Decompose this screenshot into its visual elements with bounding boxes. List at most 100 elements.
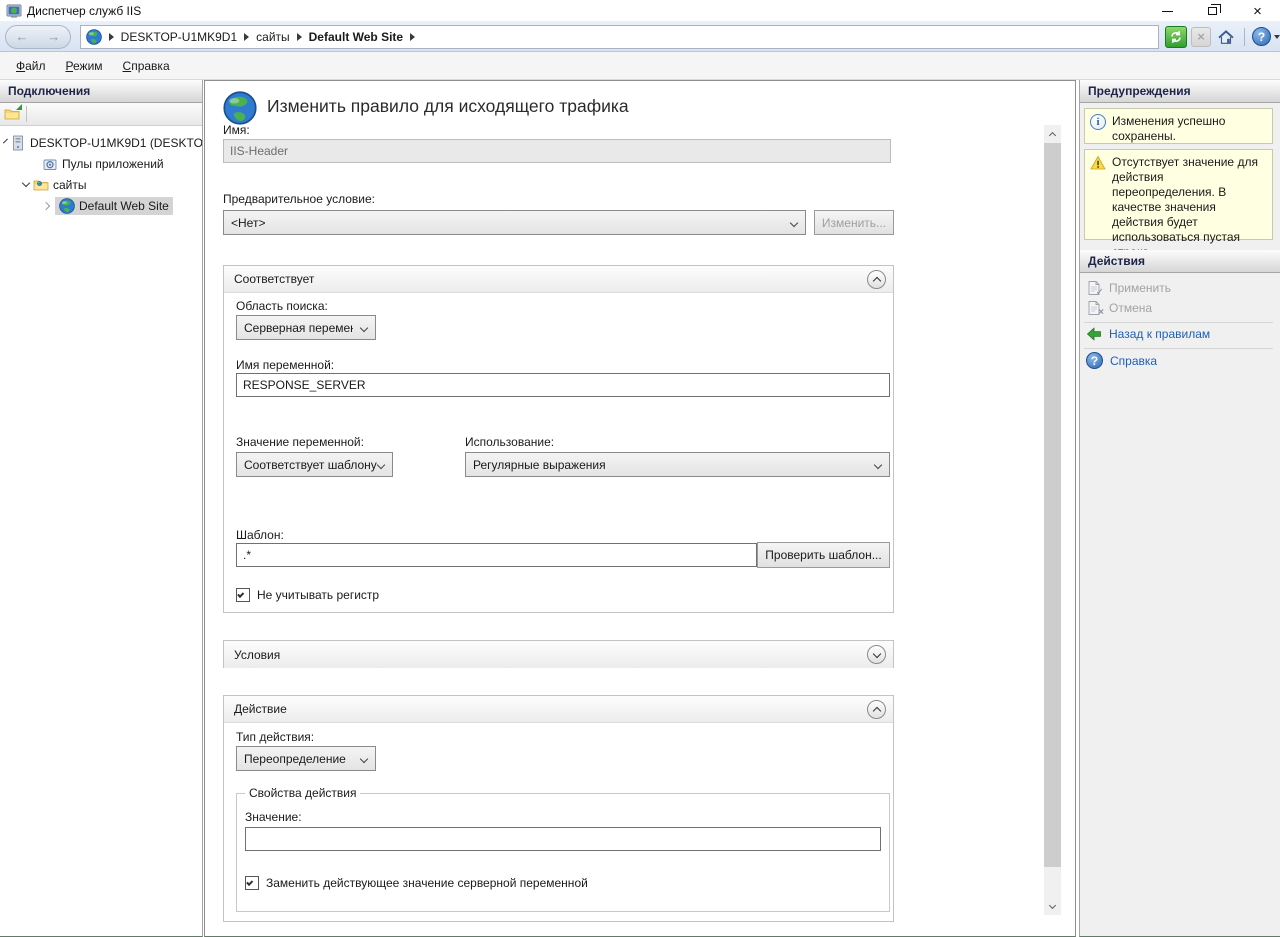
back-arrow-icon <box>1086 326 1102 342</box>
chevron-down-icon <box>790 219 798 227</box>
action-type-select[interactable]: Переопределение <box>236 746 376 771</box>
breadcrumb-sites[interactable]: сайты <box>256 30 290 44</box>
breadcrumb[interactable]: DESKTOP-U1MK9D1 сайты Default Web Site <box>80 25 1159 49</box>
action-type-label: Тип действия: <box>236 730 314 744</box>
match-section-header[interactable]: Соответствует <box>224 266 893 293</box>
pattern-label: Шаблон: <box>236 528 284 542</box>
alerts-header: Предупреждения <box>1080 80 1280 103</box>
pattern-field[interactable] <box>236 543 757 567</box>
menu-view[interactable]: Режим <box>56 55 113 77</box>
menu-help[interactable]: Справка <box>113 55 180 77</box>
minimize-button[interactable] <box>1145 0 1190 22</box>
ignore-case-checkbox-row[interactable]: Не учитывать регистр <box>236 588 379 602</box>
tree-item-label: сайты <box>53 178 87 192</box>
scroll-up-button[interactable] <box>1044 125 1061 142</box>
chevron-down-icon <box>1274 35 1280 39</box>
warning-alert-text: Отсутствует значение для действия переоп… <box>1112 155 1268 234</box>
conditions-section-header[interactable]: Условия <box>224 641 893 668</box>
scope-value: Серверная переменная <box>244 321 353 335</box>
collapse-button[interactable] <box>867 270 886 289</box>
breadcrumb-separator-icon <box>410 33 415 41</box>
tree-item-default-web-site[interactable]: Default Web Site <box>0 195 202 216</box>
scope-select[interactable]: Серверная переменная <box>236 315 376 340</box>
apply-label: Применить <box>1109 281 1171 295</box>
precondition-label: Предварительное условие: <box>223 192 375 206</box>
help-link[interactable]: Справка <box>1086 352 1157 369</box>
conditions-section: Условия <box>223 640 894 668</box>
site-globe-icon <box>59 198 75 214</box>
tree-item-label: Пулы приложений <box>62 157 164 171</box>
globe-icon <box>86 29 102 45</box>
help-icon <box>1252 27 1271 46</box>
info-alert: Изменения успешно сохранены. <box>1084 108 1273 144</box>
usage-value: Регулярные выражения <box>473 458 606 472</box>
vertical-scrollbar[interactable] <box>1044 125 1061 915</box>
tree-item-server[interactable]: DESKTOP-U1MK9D1 (DESKTOP <box>0 132 202 153</box>
action-section: Действие Тип действия: Переопределение С… <box>223 695 894 922</box>
help-icon <box>1086 352 1103 369</box>
close-button[interactable]: × <box>1235 0 1280 22</box>
expand-button[interactable] <box>867 645 886 664</box>
menu-file[interactable]: Файл <box>6 55 56 77</box>
ignore-case-label: Не учитывать регистр <box>257 588 379 602</box>
back-to-rules-link[interactable]: Назад к правилам <box>1086 326 1210 342</box>
precondition-value: <Нет> <box>231 216 265 230</box>
usage-select[interactable]: Регулярные выражения <box>465 452 890 477</box>
apply-icon: ✓ <box>1086 280 1102 296</box>
help-label: Справка <box>1110 354 1157 368</box>
conditions-section-title: Условия <box>234 648 280 662</box>
precondition-select[interactable]: <Нет> <box>223 210 806 235</box>
connections-toolbar <box>0 103 202 126</box>
ignore-case-checkbox[interactable] <box>236 588 250 602</box>
variable-value-select[interactable]: Соответствует шаблону <box>236 452 393 477</box>
scrollbar-thumb[interactable] <box>1044 143 1061 867</box>
cancel-action: × Отмена <box>1086 300 1152 316</box>
breadcrumb-separator-icon <box>297 33 302 41</box>
home-button[interactable] <box>1215 26 1237 48</box>
restore-button[interactable] <box>1190 0 1235 22</box>
tree-item-label: DESKTOP-U1MK9D1 (DESKTOP <box>30 136 202 150</box>
breadcrumb-separator-icon <box>109 33 114 41</box>
breadcrumb-current-site[interactable]: Default Web Site <box>309 30 403 44</box>
tree-item-app-pools[interactable]: Пулы приложений <box>0 153 202 174</box>
expander-icon[interactable] <box>3 139 8 144</box>
expander-icon[interactable] <box>22 179 30 187</box>
actions-header: Действия <box>1080 250 1280 273</box>
forward-button[interactable]: → <box>47 30 60 43</box>
save-connection-icon[interactable] <box>4 106 20 122</box>
chevron-down-icon <box>874 461 882 469</box>
scope-label: Область поиска: <box>236 299 328 313</box>
breadcrumb-server[interactable]: DESKTOP-U1MK9D1 <box>121 30 237 44</box>
home-icon <box>1217 28 1235 46</box>
cancel-label: Отмена <box>1109 301 1152 315</box>
expander-icon[interactable] <box>42 201 50 209</box>
address-bar: ← → DESKTOP-U1MK9D1 сайты Default Web Si… <box>0 22 1280 52</box>
variable-value-value: Соответствует шаблону <box>244 458 377 472</box>
variable-name-field[interactable] <box>236 373 890 397</box>
back-button[interactable]: ← <box>15 30 28 43</box>
replace-checkbox-label: Заменить действующее значение серверной … <box>266 876 588 890</box>
chevron-down-icon <box>872 649 880 657</box>
chevron-down-icon <box>360 324 368 332</box>
stop-button: × <box>1191 27 1211 47</box>
app-icon <box>6 3 22 19</box>
window-title: Диспетчер служб IIS <box>27 4 141 18</box>
test-pattern-button[interactable]: Проверить шаблон... <box>757 542 890 568</box>
help-menu-button[interactable] <box>1252 27 1280 46</box>
chevron-down-icon <box>1049 902 1056 909</box>
replace-checkbox-row[interactable]: Заменить действующее значение серверной … <box>245 876 588 890</box>
action-properties-legend: Свойства действия <box>245 786 360 800</box>
refresh-button[interactable] <box>1165 26 1187 48</box>
tree-item-sites[interactable]: сайты <box>0 174 202 195</box>
chevron-up-icon <box>1049 131 1056 138</box>
collapse-button[interactable] <box>867 700 886 719</box>
chevron-up-icon <box>872 707 880 715</box>
selected-tree-item: Default Web Site <box>55 197 173 215</box>
value-field[interactable] <box>245 827 881 851</box>
scroll-down-button[interactable] <box>1044 898 1061 915</box>
refresh-icon <box>1168 29 1184 45</box>
replace-checkbox[interactable] <box>245 876 259 890</box>
action-section-header[interactable]: Действие <box>224 696 893 723</box>
feature-globe-icon <box>223 91 257 125</box>
connections-header: Подключения <box>0 80 202 103</box>
